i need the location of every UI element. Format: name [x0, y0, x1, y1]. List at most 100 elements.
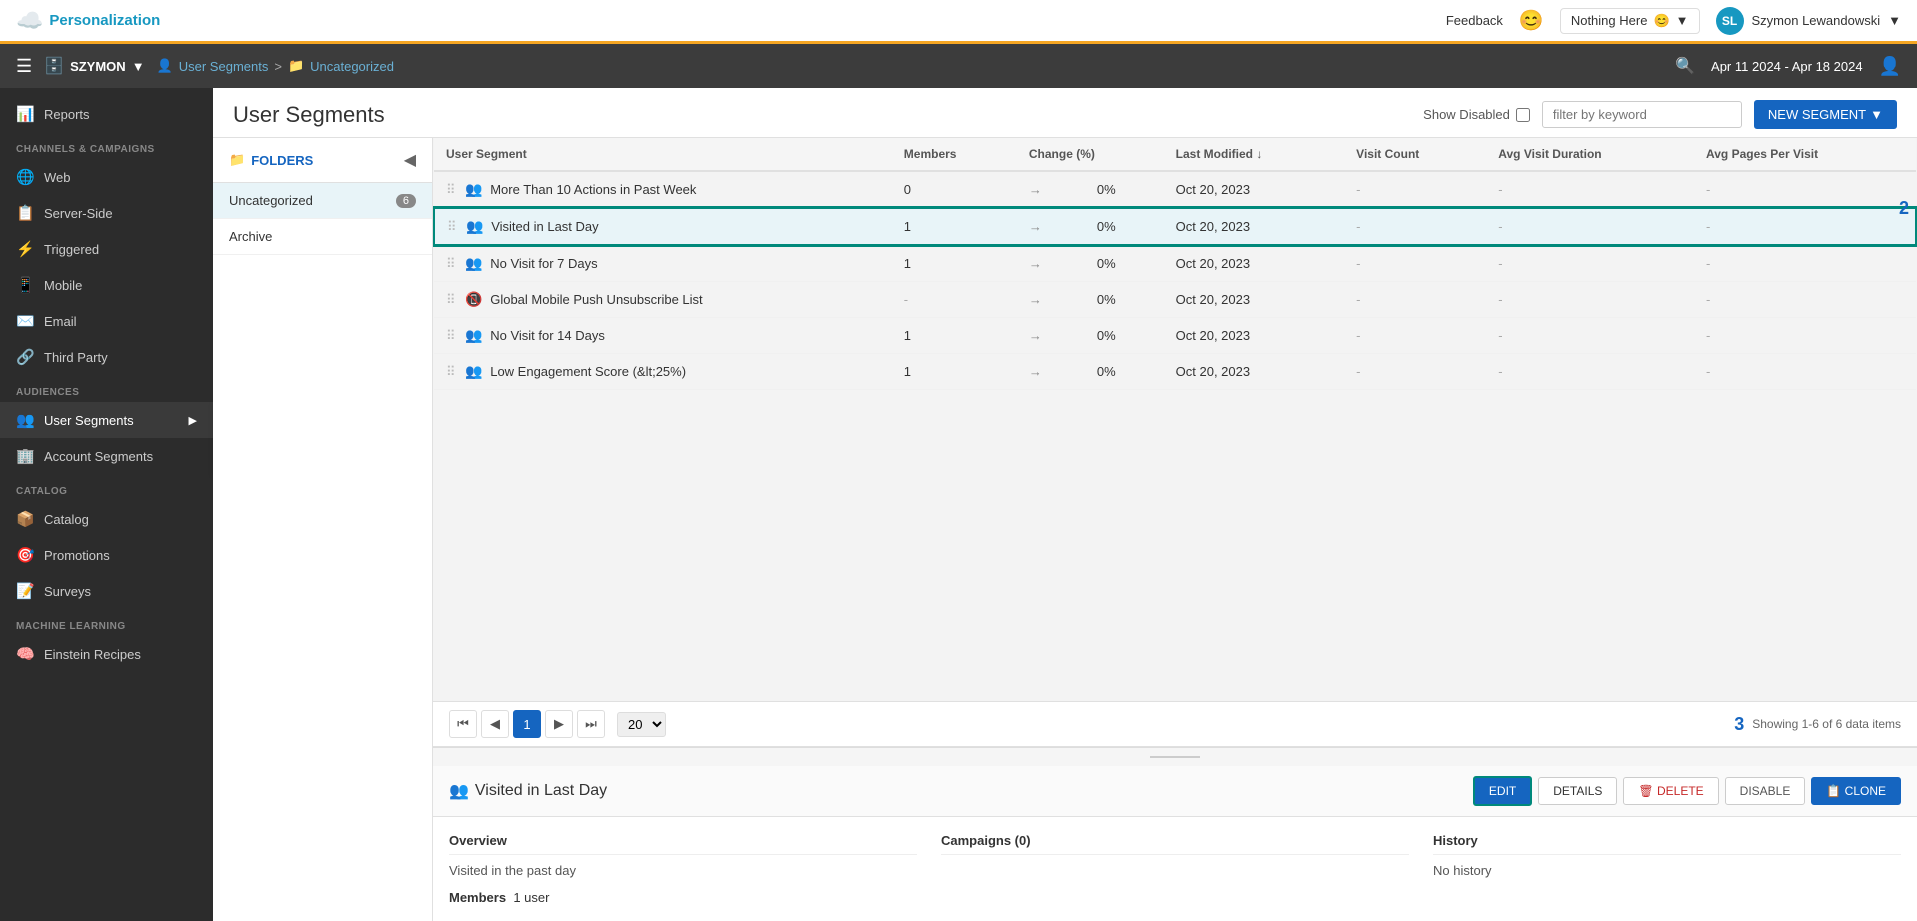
- row-6-arrow: →: [1017, 354, 1085, 390]
- row-3-members: 1: [892, 245, 1017, 282]
- detail-resize-handle[interactable]: [433, 747, 1917, 766]
- details-button[interactable]: DETAILS: [1538, 777, 1617, 805]
- folders-title: 📁 FOLDERS: [229, 152, 313, 168]
- dropdown-chevron-icon: ▼: [1676, 13, 1689, 28]
- user-initials: SL: [1722, 14, 1737, 28]
- row-1-visit-count: -: [1344, 171, 1486, 208]
- history-title: History: [1433, 833, 1901, 855]
- folder-item-archive[interactable]: Archive: [213, 219, 432, 255]
- mobile-icon: 📱: [16, 276, 34, 294]
- col-modified: Last Modified ↓: [1164, 138, 1345, 171]
- disable-button[interactable]: DISABLE: [1725, 777, 1806, 805]
- drag-handle-icon[interactable]: ⠿: [446, 328, 456, 343]
- sidebar-reports-label: Reports: [44, 107, 90, 122]
- sidebar-item-web[interactable]: 🌐 Web: [0, 159, 213, 195]
- folders-header: 📁 FOLDERS ◀: [213, 138, 432, 183]
- detail-overview-section: Overview Visited in the past day Members…: [449, 833, 917, 905]
- clone-label: CLONE: [1845, 784, 1886, 798]
- user-icon: 👤: [1879, 56, 1901, 77]
- breadcrumb-separator-icon: 👤: [157, 58, 173, 74]
- drag-handle-icon[interactable]: ⠿: [446, 292, 456, 307]
- per-page-select[interactable]: 20: [617, 712, 666, 737]
- edit-button[interactable]: EDIT: [1473, 776, 1532, 806]
- sidebar-surveys-label: Surveys: [44, 584, 91, 599]
- table-row[interactable]: ⠿ 👥 No Visit for 7 Days 1 → 0% Oct 20, 2…: [434, 245, 1916, 282]
- row-4-members: -: [892, 282, 1017, 318]
- clone-button[interactable]: 📋 CLONE: [1811, 777, 1901, 805]
- col-visit-count: Visit Count: [1344, 138, 1486, 171]
- table-row[interactable]: ⠿ 👥 No Visit for 14 Days 1 → 0% Oct 20, …: [434, 318, 1916, 354]
- dataset-selector[interactable]: 🗄️ SZYMON ▼: [44, 56, 144, 76]
- drag-handle-icon[interactable]: ⠿: [447, 219, 457, 234]
- sidebar-item-email[interactable]: ✉️ Email: [0, 303, 213, 339]
- row-6-modified: Oct 20, 2023: [1164, 354, 1345, 390]
- filter-input[interactable]: [1542, 101, 1742, 128]
- row-1-avg-pages: -: [1694, 171, 1916, 208]
- catalog-icon: 📦: [16, 510, 34, 528]
- breadcrumb-current[interactable]: Uncategorized: [310, 59, 394, 74]
- sidebar-email-label: Email: [44, 314, 77, 329]
- folder-item-uncategorized[interactable]: Uncategorized 6: [213, 183, 432, 219]
- sidebar-item-catalog[interactable]: 📦 Catalog: [0, 501, 213, 537]
- new-segment-button[interactable]: NEW SEGMENT ▼: [1754, 100, 1897, 129]
- nothing-here-dropdown[interactable]: Nothing Here 😊 ▼: [1560, 8, 1700, 34]
- table-row[interactable]: ⠿ 📵 Global Mobile Push Unsubscribe List …: [434, 282, 1916, 318]
- date-range: Apr 11 2024 - Apr 18 2024: [1711, 59, 1863, 74]
- folder-uncategorized-label: Uncategorized: [229, 193, 313, 208]
- sidebar-item-surveys[interactable]: 📝 Surveys: [0, 573, 213, 609]
- user-menu[interactable]: SL Szymon Lewandowski ▼: [1716, 7, 1902, 35]
- table-row[interactable]: ⠿ 👥 More Than 10 Actions in Past Week 0 …: [434, 171, 1916, 208]
- row-6-visit-count: -: [1344, 354, 1486, 390]
- row-6-avg-pages: -: [1694, 354, 1916, 390]
- app-logo: ☁️ Personalization: [16, 8, 160, 34]
- sidebar-item-triggered[interactable]: ⚡ Triggered: [0, 231, 213, 267]
- next-page-button[interactable]: ▶: [545, 710, 573, 738]
- triggered-icon: ⚡: [16, 240, 34, 258]
- detail-panel: 👥 Visited in Last Day EDIT DETAILS 🗑 DEL…: [433, 746, 1917, 921]
- page-1-button[interactable]: 1: [513, 710, 541, 738]
- prev-page-button[interactable]: ◀: [481, 710, 509, 738]
- breadcrumb-parent[interactable]: User Segments: [179, 59, 269, 74]
- sidebar-item-account-segments[interactable]: 🏢 Account Segments: [0, 438, 213, 474]
- last-page-button[interactable]: ⏭: [577, 710, 605, 738]
- sidebar-item-mobile[interactable]: 📱 Mobile: [0, 267, 213, 303]
- hamburger-menu-icon[interactable]: ☰: [16, 56, 32, 77]
- segment-icon: 👥: [465, 255, 482, 271]
- pagination-bar: ⏮ ◀ 1 ▶ ⏭ 20 3 Showing 1-6 of 6 data ite…: [433, 701, 1917, 746]
- first-page-button[interactable]: ⏮: [449, 710, 477, 738]
- drag-handle-icon[interactable]: ⠿: [446, 364, 456, 379]
- sidebar-item-einstein-recipes[interactable]: 🧠 Einstein Recipes: [0, 636, 213, 672]
- feedback-button[interactable]: Feedback: [1446, 13, 1503, 28]
- delete-button[interactable]: 🗑 DELETE: [1623, 777, 1718, 805]
- col-members: Members: [892, 138, 1017, 171]
- user-segments-icon: 👥: [16, 411, 34, 429]
- detail-title: 👥 Visited in Last Day: [449, 781, 607, 801]
- table-row[interactable]: ⠿ 👥 Low Engagement Score (&lt;25%) 1 → 0…: [434, 354, 1916, 390]
- row-5-avg-pages: -: [1694, 318, 1916, 354]
- sidebar-item-reports[interactable]: 📊 Reports: [0, 96, 213, 132]
- table-scroll[interactable]: User Segment Members Change (%) Last Mod…: [433, 138, 1917, 701]
- sidebar-item-third-party[interactable]: 🔗 Third Party: [0, 339, 213, 375]
- folders-collapse-button[interactable]: ◀: [404, 150, 416, 170]
- show-disabled-checkbox[interactable]: [1516, 108, 1530, 122]
- segment-icon: 👥: [465, 363, 482, 379]
- row-2-avg-pages: -: [1694, 208, 1916, 245]
- drag-handle-icon[interactable]: ⠿: [446, 256, 456, 271]
- sidebar-item-promotions[interactable]: 🎯 Promotions: [0, 537, 213, 573]
- members-info: Members 1 user: [449, 890, 917, 905]
- sidebar-account-segments-label: Account Segments: [44, 449, 153, 464]
- email-icon: ✉️: [16, 312, 34, 330]
- table-row-selected[interactable]: ⠿ 👥 Visited in Last Day 1 → 0% Oct 20, 2…: [434, 208, 1916, 245]
- search-icon[interactable]: 🔍: [1675, 56, 1695, 76]
- show-disabled-control: Show Disabled: [1423, 107, 1530, 122]
- arrow-right-icon: →: [1029, 219, 1042, 234]
- segment-icon: 👥: [466, 218, 483, 234]
- sidebar-mobile-label: Mobile: [44, 278, 82, 293]
- emoji-icon2: 😊: [1653, 13, 1669, 29]
- table-body: ⠿ 👥 More Than 10 Actions in Past Week 0 …: [434, 171, 1916, 390]
- sidebar-section-ml: MACHINE LEARNING: [0, 609, 213, 636]
- sidebar-item-server-side[interactable]: 📋 Server-Side: [0, 195, 213, 231]
- sidebar-item-user-segments[interactable]: 👥 User Segments ▶ User Segments All User…: [0, 402, 213, 438]
- cloud-icon: ☁️: [16, 8, 43, 34]
- drag-handle-icon[interactable]: ⠿: [446, 182, 456, 197]
